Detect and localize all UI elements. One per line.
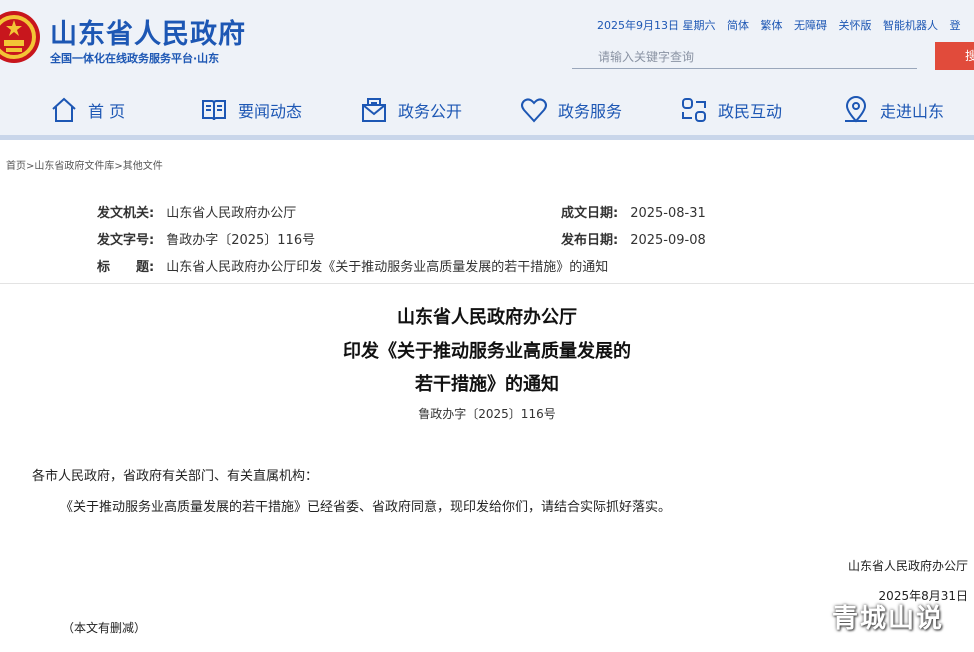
nav-item-news[interactable]: 要闻动态	[200, 88, 302, 132]
site-subtitle: 全国一体化在线政务服务平台·山东	[50, 52, 220, 65]
document-number: 鲁政办字〔2025〕116号	[418, 407, 556, 421]
meta-value: 鲁政办字〔2025〕116号	[166, 233, 316, 248]
meta-published-date: 发布日期: 2025-09-08	[561, 229, 706, 248]
nav-item-shandong[interactable]: 走进山东	[842, 88, 944, 132]
current-date: 2025年9月13日 星期六	[597, 19, 716, 32]
heart-icon	[521, 98, 547, 123]
meta-title: 标 题: 山东省人民政府办公厅印发《关于推动服务业高质量发展的若干措施》的通知	[97, 256, 608, 275]
envelope-icon	[362, 98, 386, 122]
nav-item-home[interactable]: 首 页	[50, 88, 125, 132]
nav-item-label: 首 页	[88, 102, 126, 121]
nav-item-label: 要闻动态	[238, 102, 303, 121]
document-title-line3: 若干措施》的通知	[415, 374, 559, 395]
nav-divider	[0, 135, 974, 140]
breadcrumb[interactable]: 首页>山东省政府文件库>其他文件	[6, 157, 163, 172]
metadata-divider	[0, 283, 974, 284]
site-title[interactable]: 山东省人民政府	[50, 12, 246, 51]
document-title-line1: 山东省人民政府办公厅	[397, 307, 577, 328]
meta-issuer: 发文机关: 山东省人民政府办公厅	[97, 202, 296, 221]
accessibility-link[interactable]: 无障碍	[794, 19, 827, 32]
simplified-link[interactable]: 简体	[727, 19, 749, 32]
national-emblem-icon	[0, 11, 40, 63]
search-box	[572, 46, 920, 69]
elder-mode-link[interactable]: 关怀版	[839, 19, 872, 32]
meta-label: 发文机关:	[97, 206, 155, 221]
nav-item-label: 政民互动	[718, 102, 783, 121]
meta-label: 发布日期:	[561, 233, 619, 248]
document-body: 《关于推动服务业高质量发展的若干措施》已经省委、省政府同意，现印发给你们，请结合…	[60, 500, 672, 515]
meta-value: 山东省人民政府办公厅印发《关于推动服务业高质量发展的若干措施》的通知	[166, 260, 609, 275]
nav-item-label: 政务公开	[398, 102, 463, 121]
meta-value: 2025-09-08	[630, 233, 706, 248]
main-nav: 首 页 要闻动态 政务公开 政务服务 政民互动 走进山东	[0, 88, 974, 132]
document-note: （本文有删减）	[62, 621, 147, 635]
watermark: 青城山说	[832, 604, 945, 634]
login-link[interactable]: 登	[950, 19, 961, 32]
document-title-line2: 印发《关于推动服务业高质量发展的	[343, 341, 631, 362]
search-button[interactable]: 搜	[935, 42, 974, 70]
interaction-icon	[682, 98, 706, 122]
nav-item-gov-service[interactable]: 政务服务	[520, 88, 622, 132]
document-signature: 山东省人民政府办公厅	[847, 559, 968, 573]
meta-value: 2025-08-31	[630, 206, 706, 221]
traditional-link[interactable]: 繁体	[761, 19, 783, 32]
search-input[interactable]	[572, 46, 920, 68]
nav-item-label: 政务服务	[558, 102, 623, 121]
location-icon	[845, 96, 867, 123]
meta-label: 发文字号:	[97, 233, 155, 248]
home-icon	[52, 97, 76, 122]
robot-link[interactable]: 智能机器人	[883, 19, 938, 32]
book-icon	[202, 100, 226, 121]
meta-label: 成文日期:	[561, 206, 619, 221]
meta-value: 山东省人民政府办公厅	[166, 206, 297, 221]
site-header: 山东省人民政府 全国一体化在线政务服务平台·山东 2025年9月13日 星期六 …	[0, 0, 974, 140]
meta-label: 标 题:	[97, 260, 155, 275]
document-salutation: 各市人民政府，省政府有关部门、有关直属机构：	[32, 469, 319, 484]
meta-doc-number: 发文字号: 鲁政办字〔2025〕116号	[97, 229, 315, 248]
utility-bar: 2025年9月13日 星期六 简体 繁体 无障碍 关怀版 智能机器人 登	[597, 17, 969, 33]
nav-item-label: 走进山东	[880, 102, 945, 121]
nav-item-interaction[interactable]: 政民互动	[680, 88, 782, 132]
meta-created-date: 成文日期: 2025-08-31	[561, 202, 706, 221]
nav-item-gov-open[interactable]: 政务公开	[360, 88, 462, 132]
